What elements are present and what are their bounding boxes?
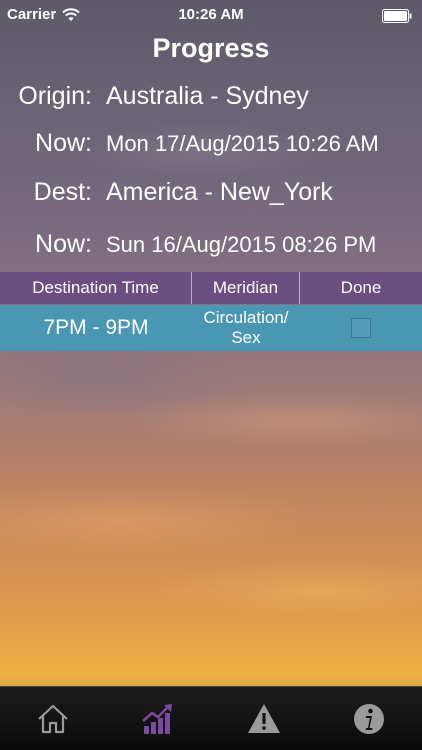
warning-icon xyxy=(247,703,280,733)
tab-bar xyxy=(0,686,422,750)
tab-home[interactable] xyxy=(0,687,106,750)
row-time: 7PM - 9PM xyxy=(43,316,149,339)
header-meridian: Meridian xyxy=(192,272,300,304)
page-title: Progress xyxy=(152,33,270,63)
origin-now-label: Now: xyxy=(35,129,92,157)
tab-info[interactable] xyxy=(317,687,422,750)
origin-now-row: Now: Mon 17/Aug/2015 10:26 AM xyxy=(0,129,422,169)
dest-now-row: Now: Sun 16/Aug/2015 08:26 PM xyxy=(0,230,422,270)
row-meridian-line1: Circulation/ xyxy=(203,308,289,327)
tab-warning[interactable] xyxy=(211,687,317,750)
table-header: Destination Time Meridian Done xyxy=(0,272,422,304)
origin-label: Origin: xyxy=(18,82,92,110)
dest-now-value: Sun 16/Aug/2015 08:26 PM xyxy=(106,232,377,257)
origin-now-value: Mon 17/Aug/2015 10:26 AM xyxy=(106,131,379,156)
tab-progress[interactable] xyxy=(106,687,212,750)
row-meridian-line2: Sex xyxy=(231,328,261,347)
dest-value: America - New_York xyxy=(106,178,333,206)
table-row[interactable]: 7PM - 9PM Circulation/ Sex xyxy=(0,305,422,351)
dest-row: Dest: America - New_York xyxy=(0,178,422,218)
progress-chart-icon xyxy=(142,703,173,734)
origin-row: Origin: Australia - Sydney xyxy=(0,82,422,122)
origin-value: Australia - Sydney xyxy=(106,82,309,110)
status-time: 10:26 AM xyxy=(178,6,244,23)
info-icon xyxy=(354,703,385,734)
row-meridian: Circulation/ Sex xyxy=(192,305,300,351)
header-destination-time: Destination Time xyxy=(0,272,192,304)
home-icon xyxy=(38,704,68,733)
dest-now-label: Now: xyxy=(35,230,92,258)
dest-label: Dest: xyxy=(33,178,92,206)
battery-icon xyxy=(382,9,412,23)
done-checkbox[interactable] xyxy=(351,318,371,338)
status-bar: Carrier 10:26 AM xyxy=(0,0,422,30)
row-done-cell xyxy=(300,305,422,351)
header-done: Done xyxy=(340,278,382,297)
